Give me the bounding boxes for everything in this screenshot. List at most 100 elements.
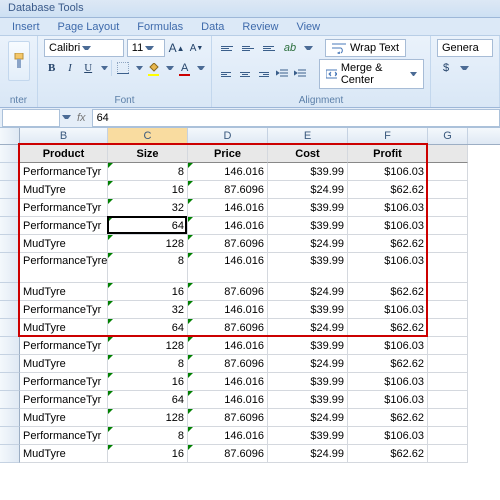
cell[interactable]: 32 bbox=[108, 199, 188, 217]
cell[interactable] bbox=[428, 181, 468, 199]
cell[interactable]: $62.62 bbox=[348, 235, 428, 253]
cell[interactable]: PerformanceTyr bbox=[20, 301, 108, 319]
cell[interactable]: 146.016 bbox=[188, 373, 268, 391]
cell[interactable]: 128 bbox=[108, 409, 188, 427]
orientation-button[interactable]: ab bbox=[281, 39, 299, 57]
wrap-text-button[interactable]: Wrap Text bbox=[325, 39, 406, 57]
cell[interactable]: PerformanceTyr bbox=[20, 427, 108, 445]
row-header[interactable] bbox=[0, 163, 20, 181]
font-color-button[interactable]: A bbox=[177, 59, 192, 77]
cell[interactable]: 146.016 bbox=[188, 301, 268, 319]
cell[interactable]: 128 bbox=[108, 235, 188, 253]
cell[interactable] bbox=[428, 145, 468, 163]
align-right-button[interactable] bbox=[256, 65, 272, 83]
cell[interactable]: $62.62 bbox=[348, 319, 428, 337]
chevron-down-icon[interactable] bbox=[460, 64, 469, 73]
cell[interactable]: 64 bbox=[108, 319, 188, 337]
cell[interactable]: 8 bbox=[108, 163, 188, 181]
cell[interactable]: 64 bbox=[108, 217, 188, 235]
header-cell[interactable]: Cost bbox=[268, 145, 348, 163]
cell[interactable]: $62.62 bbox=[348, 409, 428, 427]
row-header[interactable] bbox=[0, 373, 20, 391]
row-header[interactable] bbox=[0, 235, 20, 253]
cell[interactable]: 146.016 bbox=[188, 391, 268, 409]
tab-view[interactable]: View bbox=[288, 19, 328, 35]
merge-center-button[interactable]: Merge & Center bbox=[319, 59, 425, 89]
cell[interactable] bbox=[428, 445, 468, 463]
align-left-button[interactable] bbox=[218, 65, 234, 83]
cell[interactable]: $106.03 bbox=[348, 337, 428, 355]
cell[interactable]: $39.99 bbox=[268, 373, 348, 391]
row-header[interactable] bbox=[0, 217, 20, 235]
cell[interactable]: $106.03 bbox=[348, 391, 428, 409]
cell[interactable]: PerformanceTyr bbox=[20, 217, 108, 235]
cell[interactable]: $39.99 bbox=[268, 163, 348, 181]
cell[interactable]: $39.99 bbox=[268, 217, 348, 235]
cell[interactable]: 146.016 bbox=[188, 199, 268, 217]
tab-review[interactable]: Review bbox=[234, 19, 286, 35]
cell[interactable]: 87.6096 bbox=[188, 319, 268, 337]
decrease-font-button[interactable]: A▼ bbox=[188, 39, 205, 57]
cell[interactable]: 32 bbox=[108, 301, 188, 319]
chevron-down-icon[interactable] bbox=[62, 113, 71, 122]
select-all-corner[interactable] bbox=[0, 128, 20, 144]
cell[interactable]: 64 bbox=[108, 391, 188, 409]
cell[interactable]: $62.62 bbox=[348, 355, 428, 373]
cell[interactable]: 16 bbox=[108, 373, 188, 391]
cell[interactable]: MudTyre bbox=[20, 409, 108, 427]
cell[interactable]: $106.03 bbox=[348, 217, 428, 235]
tab-page-layout[interactable]: Page Layout bbox=[50, 19, 128, 35]
formula-input[interactable]: 64 bbox=[92, 109, 500, 127]
header-cell[interactable]: Product bbox=[20, 145, 108, 163]
cell[interactable] bbox=[428, 283, 468, 301]
align-middle-button[interactable] bbox=[239, 39, 257, 57]
cell[interactable]: PerformanceTyr bbox=[20, 337, 108, 355]
cells-area[interactable]: ProductSizePriceCostProfitPerformanceTyr… bbox=[20, 145, 468, 463]
chevron-down-icon[interactable] bbox=[166, 64, 174, 73]
cell[interactable]: $24.99 bbox=[268, 409, 348, 427]
cell[interactable]: $39.99 bbox=[268, 253, 348, 283]
row-header[interactable] bbox=[0, 355, 20, 373]
tab-formulas[interactable]: Formulas bbox=[129, 19, 191, 35]
cell[interactable]: PerformanceTyr bbox=[20, 199, 108, 217]
cell[interactable]: $62.62 bbox=[348, 181, 428, 199]
cell[interactable]: $62.62 bbox=[348, 445, 428, 463]
cell[interactable]: 146.016 bbox=[188, 217, 268, 235]
cell[interactable] bbox=[428, 235, 468, 253]
cell[interactable]: $39.99 bbox=[268, 199, 348, 217]
row-header[interactable] bbox=[0, 283, 20, 301]
cell[interactable]: $106.03 bbox=[348, 427, 428, 445]
cell[interactable]: MudTyre bbox=[20, 445, 108, 463]
cell[interactable]: 87.6096 bbox=[188, 355, 268, 373]
column-header[interactable]: C bbox=[108, 128, 188, 144]
name-box[interactable] bbox=[2, 109, 60, 127]
cell[interactable]: $24.99 bbox=[268, 235, 348, 253]
italic-button[interactable]: I bbox=[62, 59, 77, 77]
row-header[interactable] bbox=[0, 409, 20, 427]
cell[interactable]: MudTyre bbox=[20, 235, 108, 253]
fx-icon[interactable]: fx bbox=[71, 112, 92, 124]
cell[interactable]: 16 bbox=[108, 445, 188, 463]
cell[interactable]: $106.03 bbox=[348, 373, 428, 391]
align-center-button[interactable] bbox=[237, 65, 253, 83]
align-top-button[interactable] bbox=[218, 39, 236, 57]
cell[interactable]: 146.016 bbox=[188, 253, 268, 283]
cell[interactable]: PerformanceTyr bbox=[20, 163, 108, 181]
cell[interactable]: $106.03 bbox=[348, 253, 428, 283]
cell[interactable] bbox=[428, 337, 468, 355]
header-cell[interactable]: Price bbox=[188, 145, 268, 163]
cell[interactable]: $24.99 bbox=[268, 445, 348, 463]
row-header[interactable] bbox=[0, 427, 20, 445]
bold-button[interactable]: B bbox=[44, 59, 59, 77]
underline-button[interactable]: U bbox=[81, 59, 96, 77]
cell[interactable]: 146.016 bbox=[188, 427, 268, 445]
cell[interactable]: $106.03 bbox=[348, 301, 428, 319]
row-header[interactable] bbox=[0, 319, 20, 337]
row-header[interactable] bbox=[0, 391, 20, 409]
cell[interactable]: $24.99 bbox=[268, 355, 348, 373]
decrease-indent-button[interactable] bbox=[275, 65, 290, 83]
cell[interactable] bbox=[428, 199, 468, 217]
cell[interactable]: PerformanceTyre bbox=[20, 253, 108, 283]
cell[interactable]: 87.6096 bbox=[188, 235, 268, 253]
cell[interactable]: 8 bbox=[108, 355, 188, 373]
